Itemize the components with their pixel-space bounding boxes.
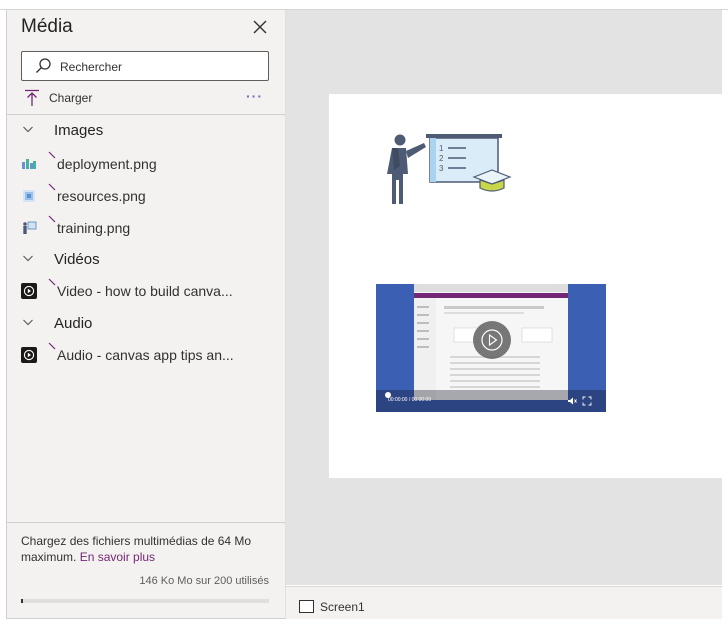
search-input[interactable] (58, 56, 262, 78)
top-border (0, 0, 728, 10)
storage-progress-bar (21, 599, 269, 603)
media-item-video[interactable]: Video - how to build canva... (7, 276, 239, 306)
app-screen[interactable]: 1 2 3 00:00:00 / 00:00:00 (329, 94, 722, 478)
chevron-down-icon (23, 319, 33, 326)
media-item-audio[interactable]: Audio - canvas app tips an... (7, 340, 239, 370)
svg-text:1: 1 (439, 144, 444, 153)
chevron-down-icon (23, 126, 33, 133)
more-options-icon[interactable]: ··· (246, 88, 263, 104)
video-time: 00:00:00 / 00:00:00 (388, 397, 432, 403)
screen-bar: Screen1 (286, 586, 722, 619)
upload-row: Charger ··· (21, 88, 267, 110)
new-item-mark-icon (48, 183, 56, 191)
media-item-label: resources.png (57, 188, 146, 204)
upload-button[interactable]: Charger (49, 91, 92, 105)
image-thumbnail-icon (23, 190, 35, 202)
play-icon (481, 329, 503, 351)
media-panel: Média Charger ··· Images (7, 10, 286, 618)
chevron-down-icon (23, 255, 33, 262)
learn-more-link[interactable]: En savoir plus (80, 550, 155, 564)
media-item-label: Audio - canvas app tips an... (57, 347, 234, 363)
play-icon (21, 283, 37, 299)
image-thumbnail-icon (23, 221, 37, 234)
media-item-deployment[interactable]: deployment.png (7, 149, 239, 179)
storage-usage-text: 146 Ko Mo sur 200 utilisés (139, 575, 269, 587)
video-player[interactable]: 00:00:00 / 00:00:00 (376, 284, 606, 412)
play-icon (21, 347, 37, 363)
section-header-videos[interactable]: Vidéos (7, 246, 285, 274)
panel-footer: Chargez des fichiers multimédias de 64 M… (7, 522, 285, 619)
new-item-mark-icon (48, 342, 56, 350)
media-item-label: training.png (57, 220, 131, 236)
section-header-images[interactable]: Images (7, 117, 285, 145)
search-box[interactable] (21, 51, 269, 81)
svg-text:2: 2 (439, 154, 444, 163)
volume-icon[interactable] (567, 396, 577, 406)
svg-text:3: 3 (439, 164, 444, 173)
training-image[interactable]: 1 2 3 (382, 130, 512, 206)
media-item-label: deployment.png (57, 156, 157, 172)
new-item-mark-icon (48, 278, 56, 286)
section-label-images: Images (54, 122, 104, 139)
fullscreen-icon[interactable] (582, 396, 592, 406)
section-label-audio: Audio (54, 315, 93, 332)
section-label-videos: Vidéos (54, 251, 100, 268)
new-item-mark-icon (48, 151, 56, 159)
screen-label: Screen1 (320, 600, 365, 614)
play-button[interactable] (473, 321, 511, 359)
screen-icon (299, 600, 314, 613)
video-controls: 00:00:00 / 00:00:00 (376, 390, 606, 412)
media-item-label: Video - how to build canva... (57, 283, 233, 299)
search-icon (36, 58, 51, 73)
new-item-mark-icon (48, 215, 56, 223)
image-thumbnail-icon (22, 159, 36, 169)
upload-limit-text: Chargez des fichiers multimédias de 64 M… (21, 533, 271, 565)
storage-progress-fill (21, 599, 23, 603)
close-icon[interactable] (251, 18, 269, 36)
panel-title: Média (21, 16, 73, 37)
upload-icon[interactable] (24, 89, 40, 107)
media-item-resources[interactable]: resources.png (7, 181, 239, 211)
divider (7, 114, 285, 115)
media-item-training[interactable]: training.png (7, 213, 239, 243)
canvas-area: 1 2 3 00:00:00 / 00:00:00 (286, 10, 722, 585)
section-header-audio[interactable]: Audio (7, 310, 285, 338)
